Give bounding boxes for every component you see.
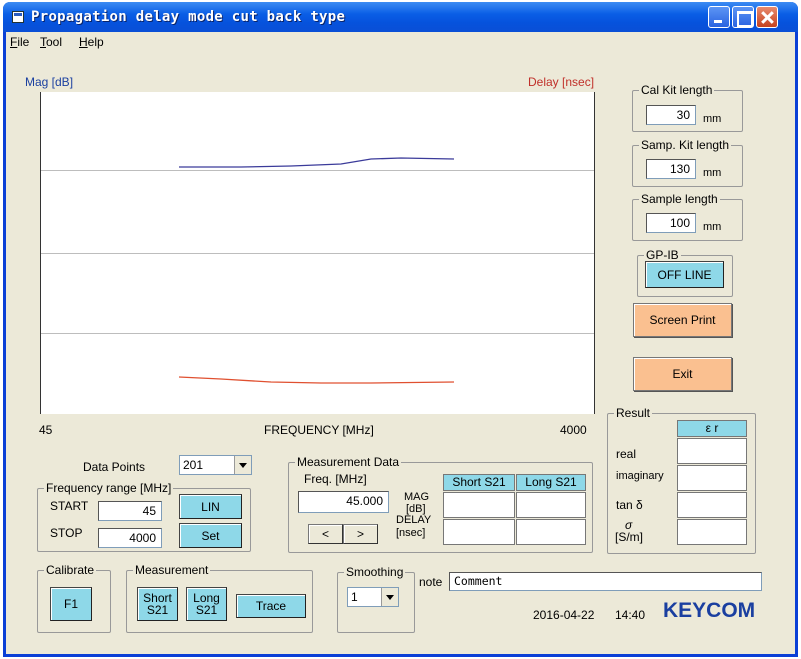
- stop-label: STOP: [50, 526, 83, 540]
- measurement-data-title: Measurement Data: [295, 455, 402, 469]
- x-axis-label: FREQUENCY [MHz]: [264, 423, 374, 437]
- short-s21-header: Short S21: [443, 474, 515, 491]
- menu-help-accel: H: [79, 35, 88, 49]
- sample-length-input[interactable]: 100: [646, 213, 696, 233]
- delay-axis-label: Delay [nsec]: [528, 75, 595, 89]
- keycom-logo: KEYCOM: [663, 599, 756, 622]
- menu-file[interactable]: File: [10, 35, 29, 49]
- minimize-button[interactable]: [708, 6, 730, 28]
- frequency-range-title: Frequency range [MHz]: [44, 481, 174, 495]
- smoothing-title: Smoothing: [344, 565, 406, 579]
- trace-button[interactable]: Trace: [236, 594, 306, 618]
- calibrate-title: Calibrate: [44, 563, 97, 577]
- note-input[interactable]: Comment: [449, 572, 762, 591]
- delay-short-cell: [443, 519, 515, 545]
- short-button-line2: S21: [146, 603, 169, 617]
- menu-help-label: elp: [87, 35, 104, 49]
- measurement-title: Measurement: [133, 563, 211, 577]
- mag-axis-label: Mag [dB]: [25, 75, 74, 89]
- samp-kit-unit: mm: [703, 167, 722, 179]
- footer-time: 14:40: [615, 608, 646, 622]
- sample-length-unit: mm: [703, 221, 722, 233]
- result-sigma-cell: [677, 519, 747, 545]
- next-button[interactable]: >: [343, 524, 378, 544]
- data-points-label: Data Points: [83, 460, 146, 474]
- menu-bar: File Tool Help: [6, 32, 795, 52]
- cal-kit-title: Cal Kit length: [639, 83, 715, 97]
- mag-long-cell: [516, 492, 586, 518]
- result-sigma-unit: [S/m]: [615, 530, 644, 544]
- menu-help[interactable]: Help: [79, 35, 104, 49]
- result-header-er: ε r: [677, 420, 747, 437]
- delay-unit: [nsec]: [396, 527, 426, 539]
- samp-kit-title: Samp. Kit length: [639, 138, 732, 152]
- plot-area[interactable]: [40, 92, 595, 414]
- footer-date: 2016-04-22: [533, 608, 595, 622]
- window-title: Propagation delay mode cut back type: [31, 9, 346, 25]
- note-label: note: [419, 575, 443, 589]
- samp-kit-length-input[interactable]: 130: [646, 159, 696, 179]
- screen-print-button[interactable]: Screen Print: [633, 303, 732, 337]
- gpib-title: GP-IB: [644, 248, 681, 262]
- sample-length-title: Sample length: [639, 192, 720, 206]
- mag-label: MAG: [404, 491, 430, 503]
- result-imaginary-cell: [677, 465, 747, 491]
- start-label: START: [50, 499, 89, 513]
- set-button[interactable]: Set: [179, 523, 242, 548]
- chevron-down-icon[interactable]: [234, 456, 251, 474]
- result-title: Result: [614, 406, 653, 420]
- long-s21-button[interactable]: Long S21: [186, 587, 227, 621]
- data-points-value: 201: [183, 458, 204, 472]
- start-frequency-input[interactable]: 45: [98, 501, 162, 521]
- result-real-label: real: [616, 447, 637, 461]
- measurement-freq-input[interactable]: 45.000: [298, 491, 389, 513]
- trace-svg: [178, 157, 455, 384]
- cal-kit-unit: mm: [703, 113, 722, 125]
- smoothing-select[interactable]: 1: [347, 587, 399, 607]
- f1-button[interactable]: F1: [50, 587, 92, 621]
- close-button[interactable]: [756, 6, 778, 28]
- app-window: Propagation delay mode cut back type Fil…: [3, 2, 798, 657]
- mag-short-cell: [443, 492, 515, 518]
- result-real-cell: [677, 438, 747, 464]
- long-button-line2: S21: [195, 603, 218, 617]
- x-max-label: 4000: [560, 423, 587, 437]
- delay-label: DELAY: [396, 514, 432, 526]
- cal-kit-length-input[interactable]: 30: [646, 105, 696, 125]
- result-tan-cell: [677, 492, 747, 518]
- maximize-button[interactable]: [732, 6, 754, 28]
- data-points-select[interactable]: 201: [179, 455, 252, 475]
- delay-long-cell: [516, 519, 586, 545]
- delay-trace: [178, 376, 455, 384]
- prev-button[interactable]: <: [308, 524, 343, 544]
- stop-frequency-input[interactable]: 4000: [98, 528, 162, 548]
- app-icon: [12, 11, 24, 23]
- menu-file-label: ile: [17, 35, 30, 49]
- smoothing-value: 1: [351, 590, 358, 604]
- mag-trace: [179, 157, 455, 168]
- menu-tool[interactable]: Tool: [40, 35, 62, 49]
- x-min-label: 45: [39, 423, 53, 437]
- result-imaginary-label: imaginary: [616, 470, 664, 482]
- title-bar[interactable]: Propagation delay mode cut back type: [3, 2, 798, 32]
- exit-button[interactable]: Exit: [633, 357, 732, 391]
- menu-tool-label: ool: [46, 35, 63, 49]
- offline-button[interactable]: OFF LINE: [645, 261, 724, 288]
- result-tan-label: tan δ: [616, 498, 643, 512]
- freq-label: Freq. [MHz]: [304, 472, 367, 486]
- short-s21-button[interactable]: Short S21: [137, 587, 178, 621]
- chevron-down-icon[interactable]: [381, 588, 398, 606]
- lin-button[interactable]: LIN: [179, 494, 242, 519]
- long-s21-header: Long S21: [516, 474, 586, 491]
